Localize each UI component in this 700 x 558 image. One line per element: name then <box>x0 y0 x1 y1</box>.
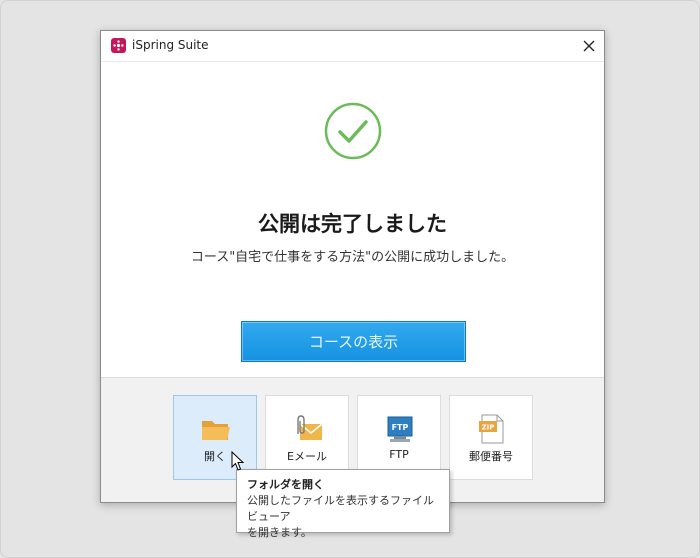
zip-tile[interactable]: ZIP 郵便番号 <box>449 395 533 480</box>
success-message: コース"自宅で仕事をする方法"の公開に成功しました。 <box>190 250 515 265</box>
ftp-tile[interactable]: FTP FTP <box>357 395 441 480</box>
main-content: 公開は完了しました コース"自宅で仕事をする方法"の公開に成功しました。 コース… <box>101 61 604 377</box>
tooltip-title: フォルダを開く <box>247 478 324 491</box>
email-label: Eメール <box>287 450 327 463</box>
window-title: iSpring Suite <box>132 38 209 52</box>
tooltip-line-1: 公開したファイルを表示するファイルビューア <box>247 494 434 523</box>
success-heading: 公開は完了しました <box>258 212 447 236</box>
close-button[interactable] <box>574 31 604 61</box>
ispring-logo-icon <box>111 38 126 53</box>
view-course-button[interactable]: コースの表示 <box>241 321 466 362</box>
open-folder-tooltip: フォルダを開く 公開したファイルを表示するファイルビューア を開きます。 <box>236 469 450 539</box>
email-tile[interactable]: Eメール <box>265 395 349 480</box>
success-check-icon <box>324 102 382 160</box>
close-icon <box>583 40 595 52</box>
tooltip-line-2: を開きます。 <box>247 526 312 539</box>
ftp-label: FTP <box>389 448 409 461</box>
email-icon <box>297 415 323 440</box>
folder-icon <box>202 421 230 440</box>
zip-label: 郵便番号 <box>469 450 513 463</box>
publish-dialog: iSpring Suite 公開は完了しました コース"自宅で仕事をする方法"の… <box>100 30 605 503</box>
mouse-cursor-icon <box>231 451 245 471</box>
zip-badge: ZIP <box>482 424 495 432</box>
ftp-icon: FTP <box>387 416 413 442</box>
title-bar: iSpring Suite <box>101 31 604 61</box>
zip-icon: ZIP <box>479 414 504 444</box>
ftp-badge: FTP <box>392 423 409 432</box>
